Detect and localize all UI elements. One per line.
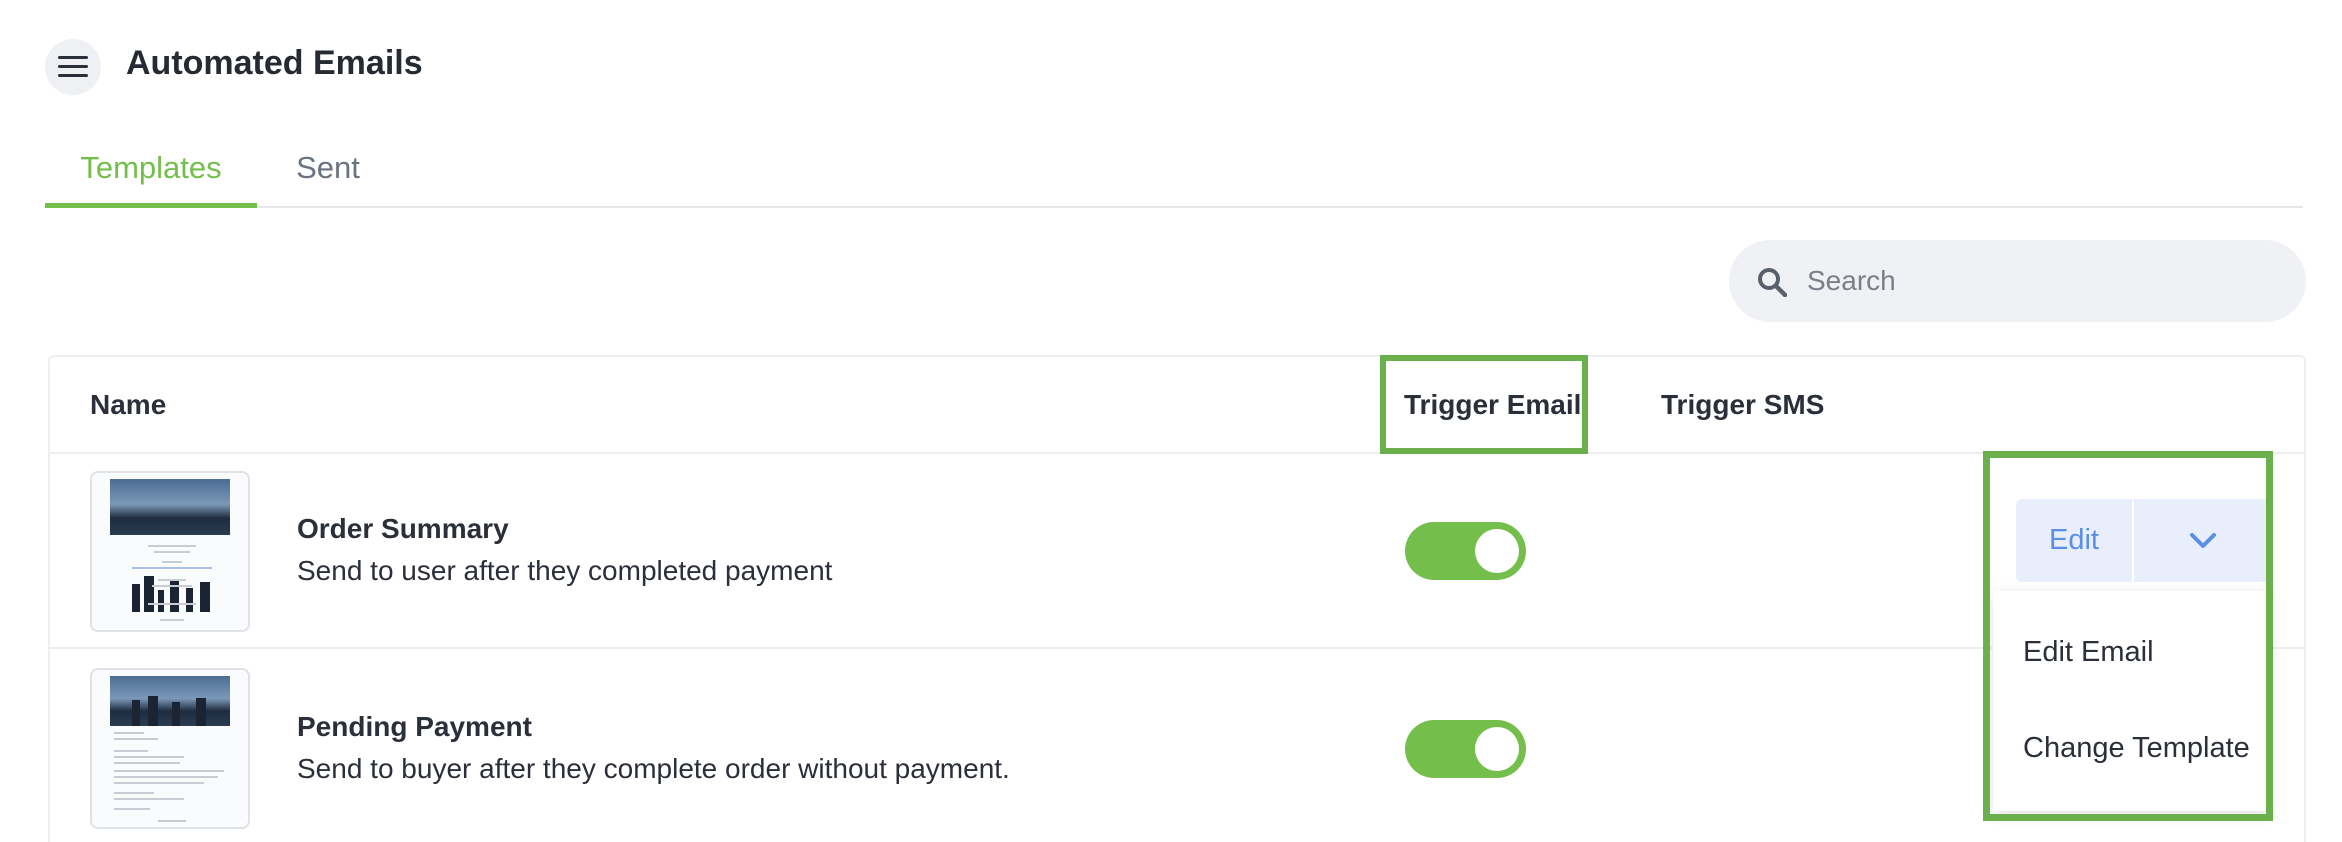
templates-table: Name Trigger Email Trigger SMS Order Sum… bbox=[48, 355, 2306, 842]
tab-bar: Templates Sent bbox=[45, 140, 2303, 208]
tab-templates[interactable]: Templates bbox=[45, 140, 257, 208]
row-title: Order Summary bbox=[297, 513, 509, 544]
search-box bbox=[1729, 240, 2306, 322]
toggle-knob bbox=[1475, 727, 1519, 771]
page: Automated Emails Templates Sent Name Tri… bbox=[0, 0, 2342, 842]
trigger-email-toggle[interactable] bbox=[1405, 720, 1526, 778]
row-description: Send to user after they completed paymen… bbox=[297, 555, 833, 586]
tab-sent[interactable]: Sent bbox=[288, 140, 368, 208]
column-header-trigger-sms: Trigger SMS bbox=[1661, 389, 1825, 420]
email-thumbnail bbox=[90, 668, 250, 829]
search-input[interactable] bbox=[1807, 240, 2277, 322]
row-description: Send to buyer after they complete order … bbox=[297, 753, 1010, 784]
trigger-email-toggle[interactable] bbox=[1405, 522, 1526, 580]
actions-highlight bbox=[1983, 451, 2273, 821]
table-row[interactable]: Pending Payment Send to buyer after they… bbox=[50, 651, 2304, 842]
page-title: Automated Emails bbox=[126, 44, 423, 82]
column-header-name: Name bbox=[90, 389, 167, 420]
trigger-email-highlight bbox=[1380, 355, 1588, 454]
search-icon bbox=[1758, 268, 1787, 297]
table-header: Name Trigger Email Trigger SMS bbox=[50, 357, 2304, 454]
menu-icon bbox=[58, 56, 88, 78]
row-title: Pending Payment bbox=[297, 711, 532, 742]
table-row[interactable]: Order Summary Send to user after they co… bbox=[50, 454, 2304, 649]
email-thumbnail bbox=[90, 471, 250, 632]
menu-button[interactable] bbox=[45, 39, 101, 95]
toggle-knob bbox=[1475, 529, 1519, 573]
